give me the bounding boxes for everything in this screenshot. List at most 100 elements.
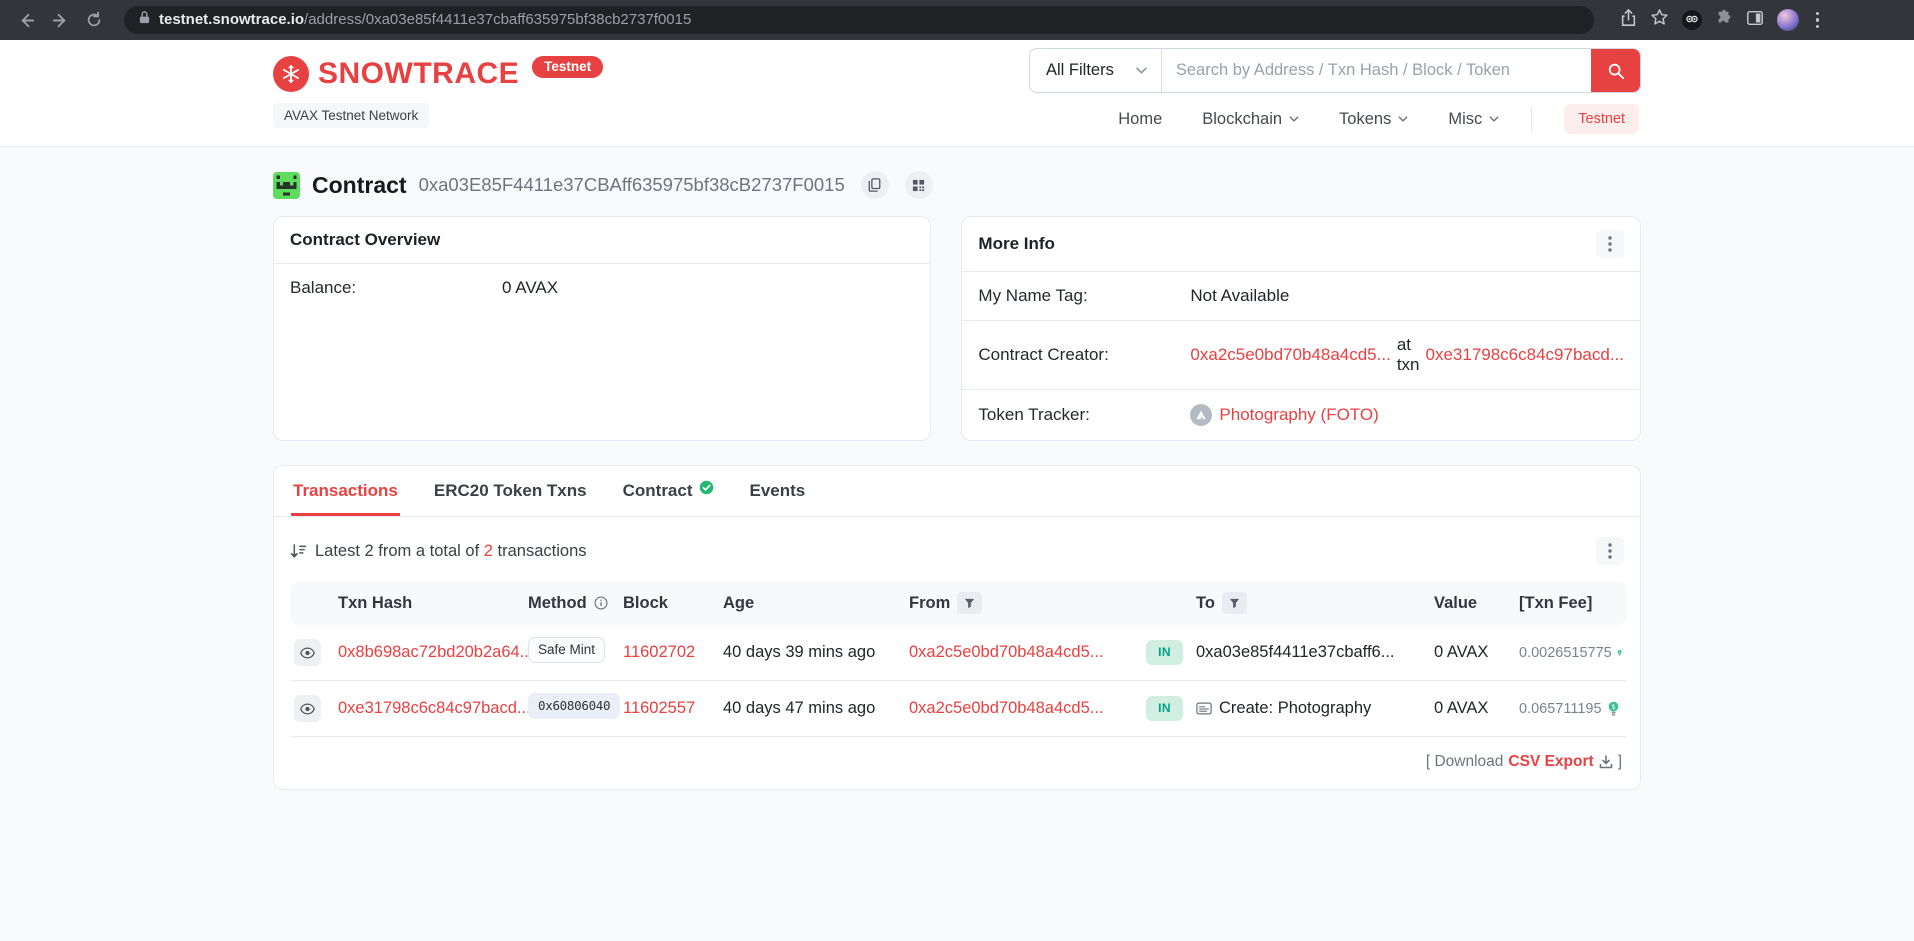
txn-preview-button[interactable] [294, 695, 321, 722]
search-icon [1607, 62, 1625, 80]
to-filter-button[interactable] [1222, 592, 1247, 614]
col-age[interactable]: Age [719, 581, 905, 625]
url-bar[interactable]: testnet.snowtrace.io/address/0xa03e85f44… [124, 6, 1594, 34]
balance-row: Balance: 0 AVAX [274, 264, 930, 312]
balance-label: Balance: [290, 278, 502, 298]
table-row: 0x8b698ac72bd20b2a64... Safe Mint 116027… [290, 625, 1626, 681]
block-link[interactable]: 11602557 [623, 699, 695, 717]
tab-events[interactable]: Events [748, 466, 808, 516]
search-button[interactable] [1591, 49, 1640, 92]
bookmark-star-icon[interactable] [1650, 8, 1669, 32]
side-panel-icon[interactable] [1746, 9, 1764, 32]
creator-txn-link[interactable]: 0xe31798c6c84c97bacd... [1426, 345, 1625, 365]
from-filter-button[interactable] [957, 592, 982, 614]
txn-hash-link[interactable]: 0x8b698ac72bd20b2a64... [338, 643, 533, 661]
nav-misc[interactable]: Misc [1448, 110, 1499, 129]
gas-lightbulb-icon[interactable]: $ [1607, 701, 1620, 717]
kebab-icon [1608, 236, 1612, 252]
method-badge: Safe Mint [528, 637, 605, 663]
csv-export-row: [ Download CSV Export ] [290, 753, 1624, 771]
txn-fee-amount: 0.065711195 [1519, 701, 1602, 717]
forward-icon[interactable] [48, 8, 72, 32]
share-icon[interactable] [1620, 9, 1637, 32]
chevron-down-icon [1489, 116, 1499, 122]
name-tag-row: My Name Tag: Not Available [962, 272, 1640, 320]
transactions-menu-button[interactable] [1596, 537, 1624, 565]
nav-home[interactable]: Home [1118, 110, 1162, 129]
transactions-summary: Latest 2 from a total of 2 transactions [290, 542, 587, 561]
col-txn-hash: Txn Hash [334, 581, 524, 625]
col-direction [1142, 581, 1192, 625]
txn-fee-amount: 0.0026515775 [1519, 645, 1612, 661]
brand-testnet-badge: Testnet [532, 56, 603, 78]
col-method: Method [524, 581, 619, 625]
transactions-table: Txn Hash Method Block Age From To [290, 581, 1626, 737]
eye-icon [300, 703, 315, 715]
balance-value: 0 AVAX [502, 278, 558, 298]
sort-icon [290, 544, 307, 559]
gas-lightbulb-icon[interactable]: $ [1617, 645, 1622, 661]
direction-badge: IN [1146, 640, 1183, 665]
snowtrace-logo[interactable]: SNOWTRACE Testnet [273, 56, 603, 92]
transactions-total-count: 2 [484, 542, 493, 560]
nav-testnet-button[interactable]: Testnet [1564, 104, 1639, 134]
name-tag-value: Not Available [1190, 286, 1289, 306]
search-input[interactable] [1162, 49, 1591, 92]
profile-avatar[interactable] [1777, 9, 1799, 31]
txn-preview-button[interactable] [294, 639, 321, 666]
contract-blockie [273, 172, 300, 199]
more-info-card: More Info My Name Tag: Not Available Con… [961, 216, 1641, 441]
info-icon[interactable] [594, 596, 608, 610]
token-logo-icon [1190, 404, 1212, 426]
tab-transactions[interactable]: Transactions [291, 466, 400, 516]
nav-blockchain[interactable]: Blockchain [1202, 110, 1299, 129]
contract-overview-card: Contract Overview Balance: 0 AVAX [273, 216, 931, 441]
nav-tokens[interactable]: Tokens [1339, 110, 1408, 129]
reload-icon[interactable] [82, 8, 106, 32]
extension-avatar-icon[interactable] [1682, 10, 1702, 30]
search-filter-dropdown[interactable]: All Filters [1030, 49, 1162, 92]
block-link[interactable]: 11602702 [623, 643, 695, 661]
token-tracker-link[interactable]: Photography (FOTO) [1219, 405, 1378, 425]
download-icon [1599, 755, 1613, 769]
page-title: Contract [312, 172, 407, 199]
page-title-row: Contract 0xa03E85F4411e37CBAff635975bf38… [273, 171, 1641, 199]
back-icon[interactable] [14, 8, 38, 32]
network-label: AVAX Testnet Network [273, 103, 429, 128]
name-tag-label: My Name Tag: [978, 286, 1190, 306]
col-value: Value [1430, 581, 1515, 625]
copy-address-button[interactable] [861, 171, 889, 199]
nav-divider [1531, 106, 1532, 132]
col-eye [290, 581, 334, 625]
verified-check-icon [699, 480, 714, 495]
col-to: To [1192, 581, 1430, 625]
tab-erc20-token-txns[interactable]: ERC20 Token Txns [432, 466, 589, 516]
overview-card-title: Contract Overview [290, 230, 440, 250]
table-row: 0xe31798c6c84c97bacd... 0x60806040 11602… [290, 681, 1626, 737]
value-amount: 0 AVAX [1434, 699, 1488, 717]
contract-creator-row: Contract Creator: 0xa2c5e0bd70b48a4cd5..… [962, 320, 1640, 389]
brand-wordmark: SNOWTRACE [318, 56, 519, 92]
from-address-link[interactable]: 0xa2c5e0bd70b48a4cd5... [909, 699, 1104, 717]
contract-address: 0xa03E85F4411e37CBAff635975bf38cB2737F00… [419, 174, 845, 196]
extensions-puzzle-icon[interactable] [1715, 9, 1733, 32]
url-path: /address/0xa03e85f4411e37cbaff635975bf38… [304, 11, 691, 28]
more-info-card-title: More Info [978, 234, 1055, 254]
chrome-menu-icon[interactable] [1812, 12, 1823, 28]
from-address-link[interactable]: 0xa2c5e0bd70b48a4cd5... [909, 643, 1104, 661]
tabs: Transactions ERC20 Token Txns Contract E… [274, 466, 1640, 517]
search-bar: All Filters [1029, 48, 1641, 93]
chevron-down-icon [1398, 116, 1408, 122]
csv-export-link[interactable]: CSV Export [1508, 753, 1593, 771]
snowflake-icon [273, 56, 309, 92]
site-header: SNOWTRACE Testnet AVAX Testnet Network A… [0, 40, 1914, 147]
contract-file-icon [1196, 702, 1212, 715]
qr-code-button[interactable] [905, 171, 933, 199]
tab-contract[interactable]: Contract [621, 466, 716, 516]
txn-hash-link[interactable]: 0xe31798c6c84c97bacd... [338, 699, 531, 717]
filter-funnel-icon [964, 598, 975, 609]
creator-address-link[interactable]: 0xa2c5e0bd70b48a4cd5... [1190, 345, 1390, 365]
svg-text:$: $ [1618, 650, 1620, 654]
url-domain: testnet.snowtrace.io [159, 11, 304, 28]
more-info-menu-button[interactable] [1596, 230, 1624, 258]
